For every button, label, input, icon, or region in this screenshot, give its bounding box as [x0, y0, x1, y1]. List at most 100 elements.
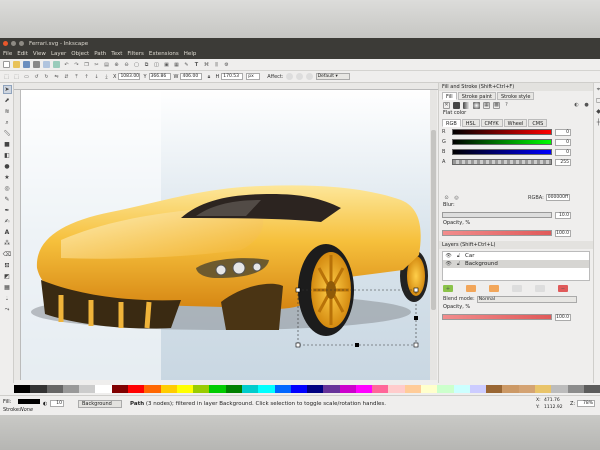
b-value[interactable]: 0	[555, 148, 571, 156]
save-icon[interactable]	[23, 61, 30, 68]
lock-open-icon[interactable]: 🔓︎	[455, 261, 462, 268]
y-field[interactable]: 366.86	[148, 73, 171, 80]
swatch[interactable]	[502, 385, 519, 393]
tab-hsl[interactable]: HSL	[461, 118, 480, 127]
menu-path[interactable]: Path	[94, 51, 106, 57]
fill-color-indicator[interactable]	[18, 399, 40, 404]
swatch[interactable]	[551, 385, 568, 393]
fill-stroke-icon[interactable]: ✎	[183, 61, 190, 68]
snap-guide-icon[interactable]: ┼	[594, 118, 600, 127]
vertical-ruler[interactable]	[14, 90, 21, 380]
ellipse-tool-icon[interactable]: ●	[3, 162, 12, 171]
node-tool-icon[interactable]: ⬈	[3, 96, 12, 105]
no-paint-icon[interactable]: ✕	[443, 101, 450, 109]
color-picker-icon[interactable]: ⊙	[443, 194, 450, 201]
ungroup-icon[interactable]: ▦	[173, 61, 180, 68]
pencil-tool-icon[interactable]: ✎	[3, 195, 12, 204]
eraser-tool-icon[interactable]: ⌫	[3, 250, 12, 259]
swatch[interactable]	[30, 385, 47, 393]
tab-wheel[interactable]: Wheel	[503, 118, 528, 127]
blur-value[interactable]: 10.0	[555, 211, 571, 219]
maximize-window-button[interactable]	[19, 41, 24, 46]
r-slider[interactable]	[452, 129, 552, 135]
tab-cms[interactable]: CMS	[528, 118, 548, 127]
duplicate-icon[interactable]: ⧉	[143, 61, 150, 68]
swatch[interactable]	[144, 385, 161, 393]
import-icon[interactable]	[43, 61, 50, 68]
fill-rule-nonzero-icon[interactable]: ●	[583, 102, 590, 109]
layer-row-background[interactable]: 👁︎ 🔓︎ Background	[443, 260, 589, 268]
group-icon[interactable]: ▣	[163, 61, 170, 68]
fill-rule-evenodd-icon[interactable]: ◐	[573, 102, 580, 109]
layer-opacity-value[interactable]: 100.0	[555, 313, 571, 321]
zoom-selection-icon[interactable]: ⊕	[113, 61, 120, 68]
deselect-icon[interactable]: ▭	[23, 73, 30, 80]
zoom-drawing-icon[interactable]: ⊖	[123, 61, 130, 68]
lower-layer-bottom-icon[interactable]	[535, 285, 545, 292]
swatch[interactable]	[225, 385, 242, 393]
swatch[interactable]	[567, 385, 584, 393]
menu-extensions[interactable]: Extensions	[149, 51, 179, 57]
tab-stroke-paint[interactable]: Stroke paint	[457, 91, 496, 100]
rectangle-tool-icon[interactable]: ■	[3, 140, 12, 149]
status-opacity-field[interactable]: 10	[50, 400, 64, 407]
menu-file[interactable]: File	[3, 51, 12, 57]
car-artwork[interactable]	[21, 90, 430, 380]
r-value[interactable]: 0	[555, 128, 571, 136]
copy-icon[interactable]: ❐	[83, 61, 90, 68]
b-slider[interactable]	[452, 149, 552, 155]
mesh-icon[interactable]: ▦	[483, 101, 490, 109]
blend-mode-select[interactable]: Normal	[476, 295, 577, 303]
measure-tool-icon[interactable]: 📏︎	[3, 129, 12, 138]
swatch[interactable]	[79, 385, 96, 393]
preset-dropdown[interactable]: Default ▾	[315, 73, 350, 80]
tab-fill[interactable]: Fill	[442, 91, 457, 100]
stroke-value[interactable]: None	[20, 407, 33, 413]
paste-icon[interactable]: ▤	[103, 61, 110, 68]
swatch[interactable]	[14, 385, 31, 393]
dropper-tool-icon[interactable]: 💧︎	[3, 294, 12, 303]
gradient-tool-icon[interactable]: ◩	[3, 272, 12, 281]
connector-tool-icon[interactable]: ⤳	[3, 305, 12, 314]
snap-toggle-icon[interactable]: ⌖	[594, 85, 600, 94]
tab-cmyk[interactable]: CMYK	[480, 118, 503, 127]
flip-vertical-icon[interactable]: ⇵	[63, 73, 70, 80]
calligraphy-tool-icon[interactable]: ✍	[3, 217, 12, 226]
tab-stroke-style[interactable]: Stroke style	[496, 91, 535, 100]
unit-select[interactable]: px	[246, 73, 261, 80]
visibility-eye-icon[interactable]: 👁︎	[445, 253, 452, 260]
zoom-field[interactable]: 78%	[577, 400, 595, 407]
3d-box-tool-icon[interactable]: ◧	[3, 151, 12, 160]
swatch[interactable]	[388, 385, 405, 393]
zoom-tool-icon[interactable]: ⌕	[3, 118, 12, 127]
tweak-tool-icon[interactable]: ≋	[3, 107, 12, 116]
swatch[interactable]	[127, 385, 145, 393]
rotate-ccw-icon[interactable]: ↺	[33, 73, 40, 80]
minimize-window-button[interactable]	[11, 41, 16, 46]
a-slider[interactable]	[452, 159, 552, 165]
selection-handle-tl[interactable]	[295, 287, 301, 293]
swatch[interactable]	[62, 385, 80, 393]
raise-layer-icon[interactable]	[489, 285, 499, 292]
text-tool-icon[interactable]: A	[3, 228, 12, 237]
swatch[interactable]	[535, 385, 552, 393]
open-folder-icon[interactable]	[13, 61, 20, 68]
selection-handle-bottom[interactable]	[355, 343, 359, 347]
move-gradients-icon[interactable]	[305, 73, 313, 80]
raise-to-top-icon[interactable]: ⤒	[73, 73, 80, 80]
swatch[interactable]	[404, 385, 422, 393]
selector-tool-icon[interactable]: ➤	[2, 85, 12, 94]
radial-gradient-icon[interactable]	[473, 101, 480, 109]
blur-slider[interactable]	[442, 212, 552, 218]
swatch[interactable]	[95, 385, 112, 393]
select-all-layers-icon[interactable]: ⬚	[13, 73, 20, 80]
g-slider[interactable]	[452, 139, 552, 145]
spiral-tool-icon[interactable]: ◎	[3, 184, 12, 193]
swatch[interactable]	[193, 385, 210, 393]
snap-bbox-icon[interactable]: ▢	[594, 96, 600, 105]
export-icon[interactable]	[53, 61, 60, 68]
swatch[interactable]	[258, 385, 275, 393]
swatch[interactable]	[583, 385, 600, 393]
fs-opacity-slider[interactable]	[442, 230, 552, 236]
add-layer-icon[interactable]: +	[443, 285, 453, 292]
